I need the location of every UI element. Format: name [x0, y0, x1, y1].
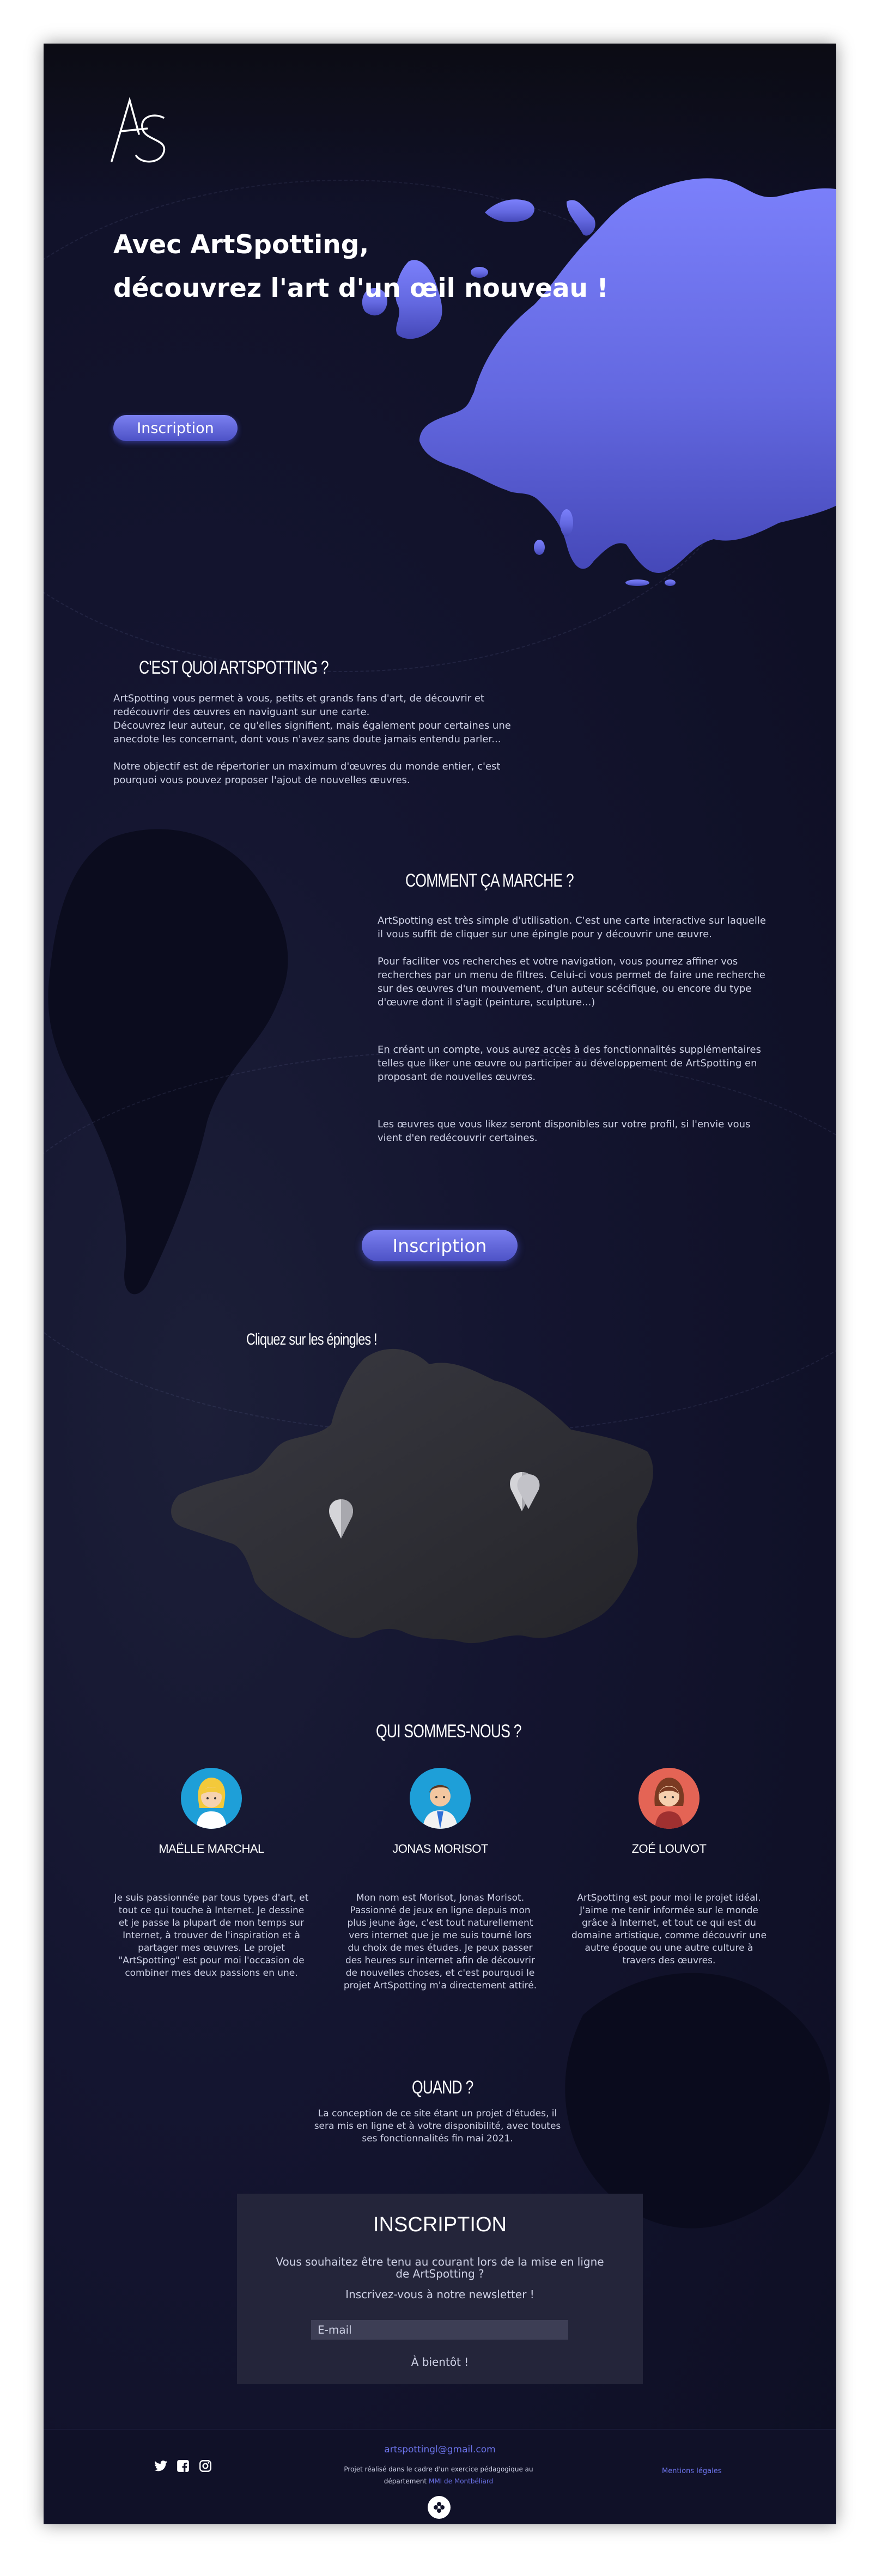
- team-member-card: JONAS MORISOT Mon nom est Morisot, Jonas…: [342, 1768, 538, 1992]
- hero-signup-button[interactable]: Inscription: [113, 415, 238, 441]
- how-title: COMMENT ÇA MARCHE ?: [405, 870, 574, 891]
- footer-note-prefix: département: [384, 2477, 429, 2485]
- member-name: MAËLLE MARCHAL: [159, 1842, 264, 1855]
- team-title: QUI SOMMES-NOUS ?: [376, 1721, 521, 1742]
- hero-title-line-1: Avec ArtSpotting,: [113, 230, 369, 260]
- page-frame: Avec ArtSpotting, découvrez l'art d'un œ…: [44, 44, 836, 2524]
- avatar: [410, 1768, 471, 1829]
- member-bio: Mon nom est Morisot, Jonas Morisot. Pass…: [343, 1893, 537, 1991]
- how-paragraph-3: En créant un compte, vous aurez accès à …: [378, 1044, 761, 1083]
- hero-title-line-2: découvrez l'art d'un œil nouveau !: [113, 273, 609, 303]
- artspotting-logo[interactable]: [109, 96, 169, 167]
- newsletter-title: INSCRIPTION: [373, 2213, 507, 2236]
- facebook-icon[interactable]: [176, 2459, 190, 2473]
- team-member-card: ZOÉ LOUVOT ArtSpotting est pour moi le p…: [571, 1768, 767, 1967]
- instagram-icon[interactable]: [198, 2459, 212, 2473]
- twitter-icon[interactable]: [154, 2459, 168, 2473]
- legal-notice-link[interactable]: Mentions légales: [662, 2467, 721, 2475]
- about-text: ArtSpotting vous permet à vous, petits e…: [113, 692, 511, 787]
- how-paragraph-4: Les œuvres que vous likez seront disponi…: [378, 1119, 751, 1144]
- avatar-illustration: [196, 1778, 227, 1829]
- university-logo-icon[interactable]: [428, 2496, 451, 2519]
- about-paragraph-3: Notre objectif est de répertorier un max…: [113, 761, 501, 786]
- newsletter-panel: INSCRIPTION Vous souhaitez être tenu au …: [237, 2194, 643, 2384]
- newsletter-submit-button[interactable]: À bientôt !: [237, 2355, 643, 2369]
- avatar: [638, 1768, 700, 1829]
- how-paragraph-2: Pour faciliter vos recherches et votre n…: [378, 956, 765, 1008]
- mmi-link[interactable]: MMI de Montbéliard: [429, 2477, 493, 2485]
- avatar: [181, 1768, 242, 1829]
- hero-title: Avec ArtSpotting, découvrez l'art d'un œ…: [113, 223, 609, 310]
- member-name: JONAS MORISOT: [392, 1842, 488, 1855]
- member-name: ZOÉ LOUVOT: [631, 1842, 707, 1855]
- how-paragraph-1: ArtSpotting est très simple d'utilisatio…: [378, 915, 766, 940]
- newsletter-subtext: Inscrivez-vous à notre newsletter !: [345, 2288, 534, 2301]
- when-title: QUAND ?: [412, 2077, 473, 2098]
- footer-email-link[interactable]: artspottingl@gmail.com: [44, 2444, 836, 2455]
- how-text: ArtSpotting est très simple d'utilisatio…: [378, 914, 770, 1145]
- about-title: C'EST QUOI ARTSPOTTING ?: [139, 657, 329, 678]
- how-signup-button[interactable]: Inscription: [362, 1230, 518, 1261]
- footer-note-line-1: Projet réalisé dans le cadre d'un exerci…: [344, 2465, 533, 2473]
- avatar-illustration: [654, 1778, 684, 1829]
- footer-note: Projet réalisé dans le cadre d'un exerci…: [321, 2463, 556, 2487]
- member-bio: Je suis passionnée par tous types d'art,…: [114, 1893, 309, 1979]
- newsletter-text: Vous souhaitez être tenu au courant lors…: [276, 2255, 604, 2280]
- email-field[interactable]: [311, 2320, 568, 2340]
- france-map: [171, 1348, 653, 1644]
- when-text: La conception de ce site étant un projet…: [314, 2108, 561, 2144]
- member-bio: ArtSpotting est pour moi le projet idéal…: [571, 1893, 767, 1966]
- about-paragraph-2: Découvrez leur auteur, ce qu'elles signi…: [113, 720, 511, 745]
- footer-note-line-2: département MMI de Montbéliard: [321, 2475, 556, 2487]
- team-member-card: MAËLLE MARCHAL Je suis passionnée par to…: [113, 1768, 309, 1980]
- about-paragraph-1: ArtSpotting vous permet à vous, petits e…: [113, 693, 484, 718]
- avatar-illustration: [423, 1785, 458, 1829]
- flower-icon: [434, 2502, 445, 2513]
